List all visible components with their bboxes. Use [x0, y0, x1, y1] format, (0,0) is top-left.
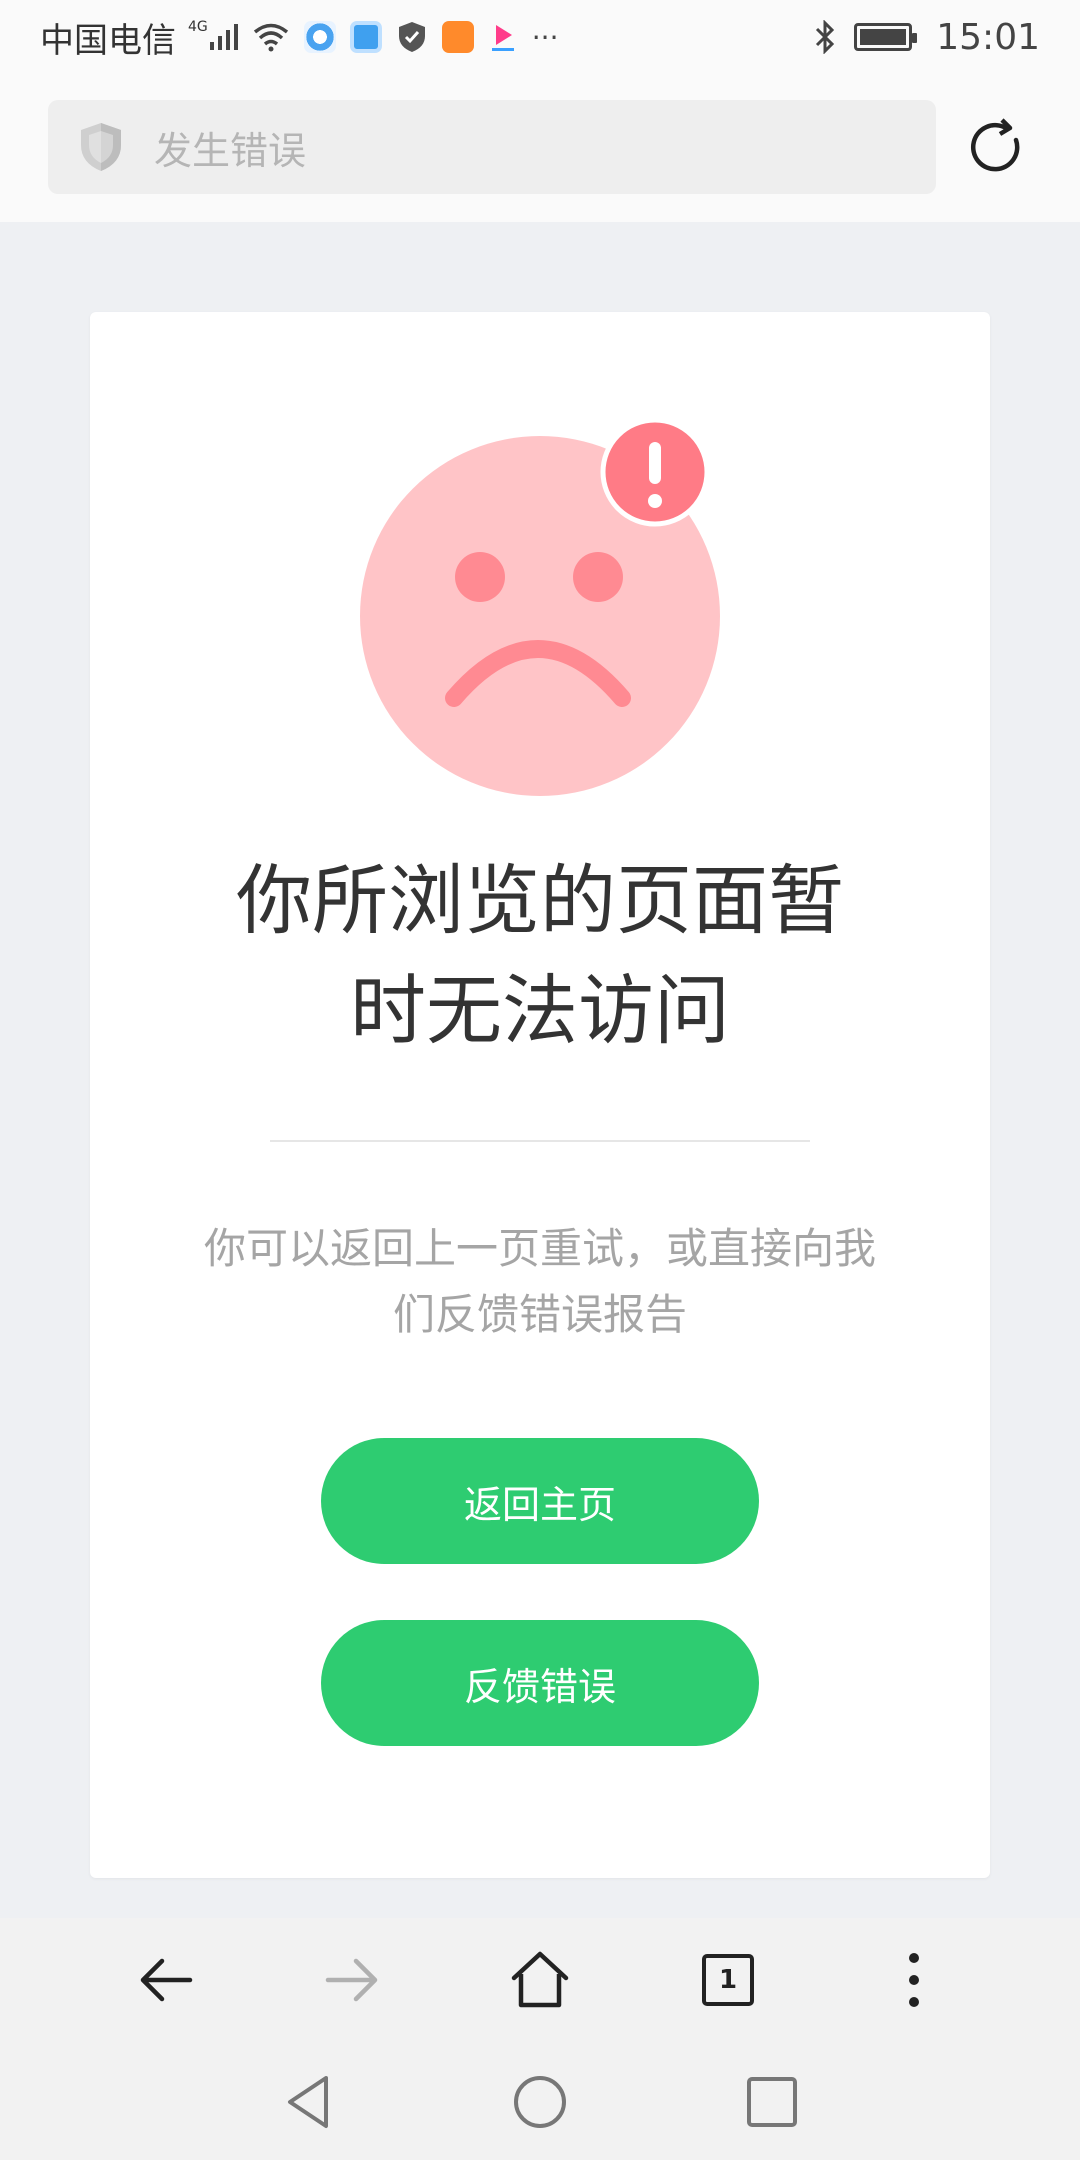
app-icon-blue-square [349, 21, 382, 53]
back-arrow-icon[interactable] [134, 1948, 198, 2012]
alert-badge-icon [600, 420, 710, 527]
tabs-icon[interactable]: 1 [696, 1948, 760, 2012]
battery-icon [854, 23, 918, 51]
report-error-label: 反馈错误 [463, 1664, 616, 1709]
system-home-icon[interactable] [510, 2072, 570, 2132]
sad-face-icon [360, 420, 720, 796]
wifi-icon [253, 23, 288, 52]
address-bar: 发生错误 [0, 74, 1080, 222]
report-error-button[interactable]: 反馈错误 [321, 1620, 759, 1746]
system-recents-icon[interactable] [742, 2072, 802, 2132]
network-type: 4G [188, 19, 208, 35]
tab-count: 1 [718, 1965, 738, 1995]
shield-icon [81, 123, 121, 171]
shield-icon [398, 22, 425, 52]
more-notifications: ··· [531, 20, 559, 54]
signal-icon [209, 24, 238, 50]
error-card: 你所浏览的页面暂时无法访问 你可以返回上一页重试，或直接向我们反馈错误报告 返回… [90, 312, 990, 1878]
app-icon-orange [441, 21, 474, 53]
return-home-label: 返回主页 [463, 1482, 616, 1527]
reload-icon[interactable] [966, 116, 1028, 178]
bluetooth-icon [816, 20, 835, 54]
forward-arrow-icon[interactable] [320, 1948, 384, 2012]
divider [270, 1140, 810, 1142]
browser-toolbar: 1 [0, 1918, 1080, 2042]
home-icon[interactable] [508, 1948, 572, 2012]
system-navigation-bar [0, 2042, 1080, 2160]
app-icon-blue-circle [303, 21, 336, 53]
error-heading: 你所浏览的页面暂时无法访问 [236, 856, 844, 1055]
page-title: 发生错误 [154, 128, 307, 173]
carrier-name: 中国电信 [40, 20, 176, 61]
youku-icon [491, 25, 514, 51]
system-back-icon[interactable] [278, 2072, 338, 2132]
clock: 15:01 [936, 16, 1040, 58]
url-field[interactable]: 发生错误 [48, 100, 936, 194]
more-vertical-icon[interactable] [882, 1948, 946, 2012]
status-bar: 中国电信 4G ··· 15:01 [0, 0, 1080, 74]
error-description: 你可以返回上一页重试，或直接向我们反馈错误报告 [203, 1224, 876, 1339]
return-home-button[interactable]: 返回主页 [321, 1438, 759, 1564]
